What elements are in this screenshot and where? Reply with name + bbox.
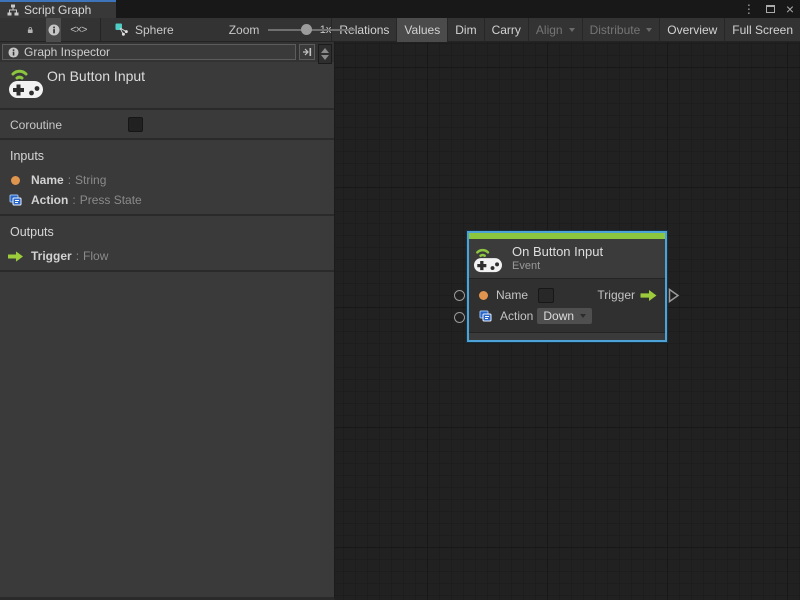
enum-port-icon[interactable]	[479, 310, 492, 322]
dock-right-icon	[303, 48, 312, 56]
lock-icon[interactable]	[27, 23, 33, 37]
node-title: On Button Input	[512, 243, 604, 259]
info-icon	[48, 24, 60, 35]
stepper-down-icon[interactable]	[321, 55, 329, 61]
maximize-icon[interactable]	[765, 5, 775, 13]
coroutine-label: Coroutine	[10, 118, 63, 132]
titlebar: Script Graph ⋮ ×	[0, 0, 800, 18]
button-label: Overview	[667, 22, 718, 37]
button-label: Carry	[491, 22, 521, 37]
hierarchy-icon	[7, 4, 19, 16]
info-icon	[8, 46, 19, 58]
port-name: Name	[31, 173, 64, 187]
inspector-titlebox: Graph Inspector	[2, 44, 296, 60]
port-type: Flow	[83, 249, 109, 263]
flow-port-icon[interactable]	[640, 289, 657, 301]
port-type: Press State	[79, 193, 142, 207]
trigger-port-label: Trigger	[597, 288, 635, 302]
port-separator: :	[75, 249, 80, 263]
toolbar-button-fullscreen[interactable]: Full Screen	[724, 17, 800, 42]
outputs-header: Outputs	[10, 225, 54, 239]
toolbar: <×> Sphere Zoom 1x Relations Values Dim …	[0, 17, 800, 42]
graph-inspector-panel: Graph Inspector On Button Input Coroutin…	[0, 42, 335, 600]
gamepad-icon	[9, 69, 43, 98]
script-graph-icon	[115, 23, 128, 36]
code-view-icon[interactable]: <×>	[70, 24, 87, 36]
zoom-label: Zoom	[228, 22, 260, 37]
tab-label: Script Graph	[24, 3, 92, 17]
string-port-icon[interactable]	[479, 290, 488, 300]
node-row-name-trigger: Name Trigger	[469, 285, 665, 305]
inspector-toggle-button[interactable]	[46, 17, 62, 42]
action-port-label: Action	[500, 309, 534, 323]
coroutine-row: Coroutine	[0, 110, 334, 140]
external-input-port[interactable]	[454, 290, 465, 301]
node-footer	[469, 333, 665, 340]
toolbar-button-distribute: Distribute	[581, 17, 660, 42]
zoom-slider[interactable]	[268, 18, 357, 42]
name-port-label: Name	[496, 288, 529, 302]
action-dropdown-value: Down	[543, 309, 575, 323]
node-subtitle: Event	[512, 259, 541, 272]
toolbar-buttons: Relations Values Dim Carry Align Distrib…	[331, 17, 800, 42]
window-controls: ⋮ ×	[743, 0, 794, 18]
zoom-slider-handle[interactable]	[300, 23, 312, 35]
gamepad-icon	[474, 248, 502, 272]
inputs-header: Inputs	[10, 149, 45, 163]
action-dropdown[interactable]: Down	[537, 308, 593, 324]
inspector-unit-header: On Button Input	[0, 62, 334, 110]
chevron-down-icon	[568, 27, 575, 32]
port-name: Action	[31, 193, 69, 207]
toolbar-button-carry[interactable]: Carry	[483, 17, 528, 42]
close-icon[interactable]: ×	[786, 2, 794, 16]
toolbar-button-overview[interactable]: Overview	[659, 17, 724, 42]
inspector-title: Graph Inspector	[24, 45, 111, 59]
button-label: Full Screen	[732, 22, 793, 37]
toolbar-button-values[interactable]: Values	[396, 17, 448, 42]
string-port-icon	[11, 175, 20, 185]
toolbar-button-align: Align	[527, 17, 582, 42]
toolbar-button-dim[interactable]: Dim	[447, 17, 483, 42]
inspector-header: Graph Inspector	[0, 42, 334, 64]
toolbar-divider	[100, 17, 101, 42]
output-port-row-trigger: Trigger : Flow	[0, 246, 334, 266]
node-header[interactable]: On Button Input Event	[469, 239, 665, 278]
port-separator: :	[67, 173, 72, 187]
inputs-section: Inputs Name : String Action : Press Stat…	[0, 140, 334, 216]
more-menu-icon[interactable]: ⋮	[743, 3, 755, 15]
zoom-slider-track[interactable]	[268, 28, 357, 31]
input-port-row-action: Action : Press State	[0, 190, 334, 210]
tab-script-graph[interactable]: Script Graph	[0, 0, 116, 18]
external-input-port[interactable]	[454, 312, 465, 323]
flow-port-icon	[8, 250, 23, 262]
button-label: Align	[535, 22, 563, 37]
graph-breadcrumb-sphere[interactable]: Sphere	[115, 23, 174, 37]
outputs-section: Outputs Trigger : Flow	[0, 216, 334, 272]
unity-script-graph-window: Script Graph ⋮ × <×> Sphere Zoom Relatio…	[0, 0, 800, 600]
port-type: String	[75, 173, 107, 187]
name-input-field[interactable]	[538, 287, 555, 303]
unit-title: On Button Input	[47, 68, 146, 84]
chevron-down-icon	[580, 314, 587, 318]
chevron-down-icon	[646, 27, 653, 32]
stepper-up-icon[interactable]	[321, 47, 329, 53]
node-row-action: Action Down	[469, 306, 665, 326]
panel-stepper[interactable]	[318, 44, 332, 64]
button-label: Dim	[455, 22, 477, 37]
node-body: Name Trigger Action Down	[469, 278, 665, 333]
enum-port-icon	[9, 194, 22, 206]
breadcrumb-label: Sphere	[134, 22, 174, 37]
button-label: Values	[404, 22, 441, 37]
coroutine-checkbox[interactable]	[128, 117, 143, 132]
port-separator: :	[72, 193, 76, 207]
external-output-port-triangle[interactable]	[668, 288, 680, 303]
button-label: Distribute	[589, 22, 641, 37]
port-name: Trigger	[31, 249, 72, 263]
on-button-input-node[interactable]: On Button Input Event Name Trigger Actio…	[467, 231, 667, 342]
input-port-row-name: Name : String	[0, 170, 334, 190]
dock-panel-button[interactable]	[299, 44, 315, 60]
